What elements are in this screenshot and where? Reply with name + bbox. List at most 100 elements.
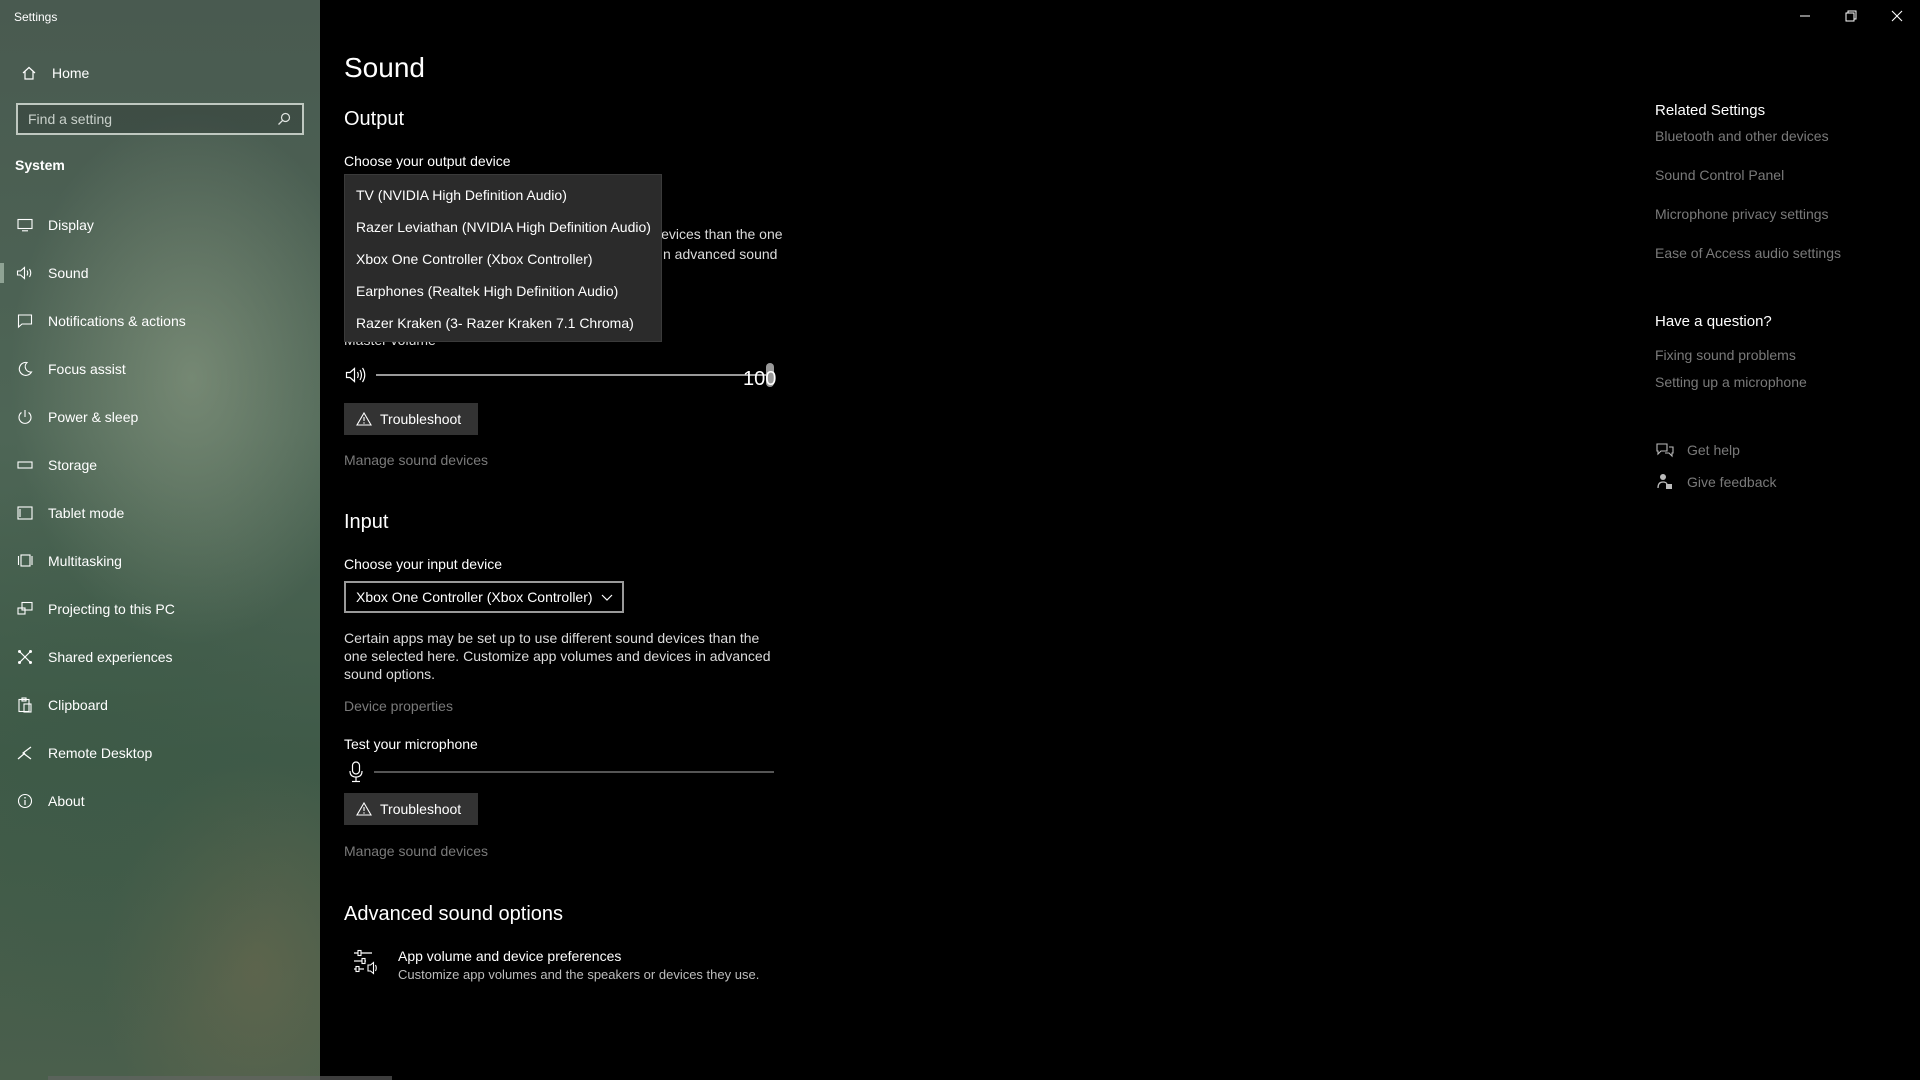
speaker-icon	[14, 266, 36, 280]
projecting-icon	[14, 601, 36, 617]
power-icon	[14, 409, 36, 425]
related-link-microphone-privacy[interactable]: Microphone privacy settings	[1655, 206, 1895, 245]
sidebar-item-label: Clipboard	[48, 697, 108, 713]
volume-value: 100	[743, 368, 777, 390]
clipboard-icon	[14, 697, 36, 713]
shared-icon	[14, 649, 36, 665]
search-icon[interactable]	[276, 112, 292, 126]
sidebar-item-sound[interactable]: Sound	[0, 255, 320, 291]
sidebar-item-multitasking[interactable]: Multitasking	[0, 543, 320, 579]
input-device-value: Xbox One Controller (Xbox Controller)	[356, 589, 593, 605]
sidebar-section-system: System	[15, 157, 65, 173]
sidebar-item-shared-experiences[interactable]: Shared experiences	[0, 639, 320, 675]
sidebar-item-label: Home	[52, 65, 90, 81]
get-help-link[interactable]: Get help	[1655, 442, 1740, 458]
dropdown-option[interactable]: Razer Leviathan (NVIDIA High Definition …	[345, 211, 661, 243]
scroll-indicator	[48, 1076, 392, 1080]
related-link-ease-of-access-audio[interactable]: Ease of Access audio settings	[1655, 245, 1895, 284]
related-settings-heading: Related Settings	[1655, 102, 1766, 119]
tablet-icon	[14, 506, 36, 520]
related-link-sound-control-panel[interactable]: Sound Control Panel	[1655, 167, 1895, 206]
get-help-label: Get help	[1687, 442, 1740, 458]
home-icon	[18, 65, 40, 81]
sidebar-item-label: Projecting to this PC	[48, 601, 175, 617]
related-link-bluetooth[interactable]: Bluetooth and other devices	[1655, 128, 1895, 167]
output-heading: Output	[344, 108, 405, 130]
give-feedback-label: Give feedback	[1687, 474, 1777, 490]
info-icon	[14, 793, 36, 809]
notifications-icon	[14, 313, 36, 329]
button-label: Troubleshoot	[380, 801, 462, 817]
microphone-icon	[348, 761, 364, 788]
equalizer-icon	[352, 948, 384, 982]
storage-icon	[14, 460, 36, 470]
app-title: Settings	[14, 10, 58, 24]
chat-help-icon	[1655, 442, 1675, 458]
search-box[interactable]	[16, 103, 304, 135]
sidebar-item-display[interactable]: Display	[0, 207, 320, 243]
remote-desktop-icon	[14, 745, 36, 761]
sidebar-item-label: Shared experiences	[48, 649, 173, 665]
display-icon	[14, 218, 36, 232]
multitasking-icon	[14, 553, 36, 569]
sidebar-item-label: Display	[48, 217, 94, 233]
output-desc-partial-1: levices than the one	[658, 226, 783, 242]
dropdown-option[interactable]: Razer Kraken (3- Razer Kraken 7.1 Chroma…	[345, 307, 661, 339]
output-manage-sound-devices-link[interactable]: Manage sound devices	[344, 452, 488, 468]
device-properties-link[interactable]: Device properties	[344, 698, 453, 714]
page-title: Sound	[344, 52, 425, 83]
warning-icon	[356, 802, 372, 816]
question-link-setting-up-microphone[interactable]: Setting up a microphone	[1655, 374, 1895, 401]
give-feedback-link[interactable]: Give feedback	[1655, 473, 1777, 491]
sidebar-item-label: Tablet mode	[48, 505, 125, 521]
have-a-question: Have a question? Fixing sound problems S…	[1655, 313, 1895, 401]
related-settings: Related Settings Bluetooth and other dev…	[1655, 102, 1895, 284]
sidebar-item-projecting[interactable]: Projecting to this PC	[0, 591, 320, 627]
sidebar-item-label: Remote Desktop	[48, 745, 153, 761]
dropdown-option[interactable]: Earphones (Realtek High Definition Audio…	[345, 275, 661, 307]
sidebar-item-label: Focus assist	[48, 361, 126, 377]
sidebar: Settings Home System Display Sound Notif…	[0, 0, 320, 1080]
sidebar-item-label: Notifications & actions	[48, 313, 186, 329]
advanced-heading: Advanced sound options	[344, 903, 564, 925]
sidebar-item-storage[interactable]: Storage	[0, 447, 320, 483]
output-device-dropdown-menu[interactable]: TV (NVIDIA High Definition Audio) Razer …	[344, 174, 662, 342]
input-troubleshoot-button[interactable]: Troubleshoot	[344, 793, 478, 825]
sidebar-item-tablet-mode[interactable]: Tablet mode	[0, 495, 320, 531]
sidebar-item-notifications[interactable]: Notifications & actions	[0, 303, 320, 339]
sidebar-item-home[interactable]: Home	[0, 58, 320, 88]
output-device-label: Choose your output device	[344, 153, 511, 169]
question-link-fixing-sound[interactable]: Fixing sound problems	[1655, 347, 1895, 374]
sidebar-item-focus-assist[interactable]: Focus assist	[0, 351, 320, 387]
volume-track[interactable]	[376, 363, 774, 387]
sidebar-item-power-sleep[interactable]: Power & sleep	[0, 399, 320, 435]
moon-icon	[14, 361, 36, 377]
dropdown-option[interactable]: TV (NVIDIA High Definition Audio)	[345, 179, 661, 211]
app-volume-description: Customize app volumes and the speakers o…	[398, 967, 760, 982]
output-desc-partial-2: n advanced sound	[663, 246, 778, 262]
app-volume-title: App volume and device preferences	[398, 948, 622, 964]
input-heading: Input	[344, 511, 389, 533]
warning-icon	[356, 412, 372, 426]
input-device-select[interactable]: Xbox One Controller (Xbox Controller)	[344, 581, 624, 613]
output-troubleshoot-button[interactable]: Troubleshoot	[344, 403, 478, 435]
dropdown-option[interactable]: Xbox One Controller (Xbox Controller)	[345, 243, 661, 275]
sidebar-item-label: Storage	[48, 457, 98, 473]
feedback-icon	[1655, 473, 1675, 491]
master-volume-slider[interactable]	[344, 361, 774, 389]
input-manage-sound-devices-link[interactable]: Manage sound devices	[344, 843, 488, 859]
test-microphone-label: Test your microphone	[344, 736, 478, 752]
sidebar-item-label: Sound	[48, 265, 89, 281]
search-input[interactable]	[28, 111, 276, 127]
sidebar-item-about[interactable]: About	[0, 783, 320, 819]
sidebar-item-label: Power & sleep	[48, 409, 139, 425]
input-device-label: Choose your input device	[344, 556, 502, 572]
sidebar-item-label: About	[48, 793, 85, 809]
sidebar-item-label: Multitasking	[48, 553, 122, 569]
app-volume-preferences[interactable]: App volume and device preferences Custom…	[352, 948, 759, 982]
button-label: Troubleshoot	[380, 411, 462, 427]
speaker-icon[interactable]	[344, 366, 368, 384]
sidebar-item-clipboard[interactable]: Clipboard	[0, 687, 320, 723]
sidebar-item-remote-desktop[interactable]: Remote Desktop	[0, 735, 320, 771]
question-heading: Have a question?	[1655, 313, 1772, 330]
